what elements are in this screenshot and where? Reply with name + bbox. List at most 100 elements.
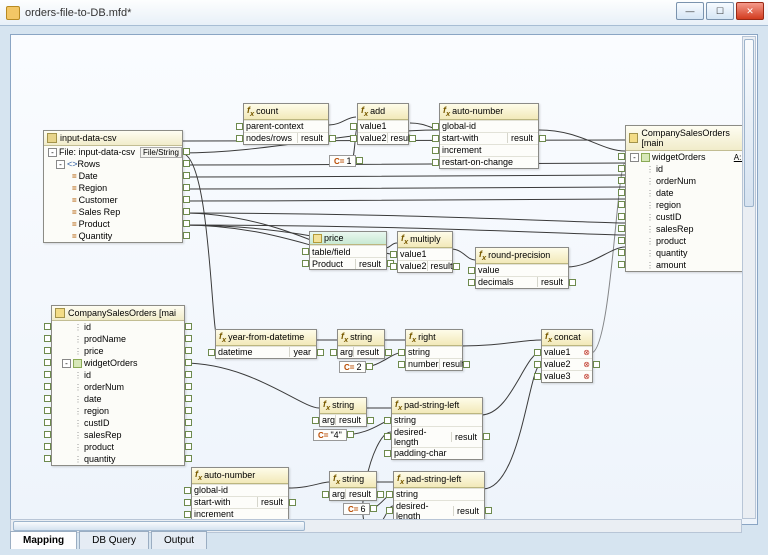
port-in[interactable] — [618, 153, 625, 160]
const-6[interactable]: C=6 — [343, 503, 370, 515]
port-in[interactable] — [44, 395, 51, 402]
port-out[interactable] — [183, 208, 190, 215]
port-in[interactable] — [618, 201, 625, 208]
port-in[interactable] — [390, 263, 397, 270]
port-out[interactable] — [183, 232, 190, 239]
port-in[interactable] — [534, 373, 541, 380]
fn-pad-string-left-1[interactable]: fxpad-string-left string desired-lengthr… — [391, 397, 483, 460]
port-in[interactable] — [390, 251, 397, 258]
port-in[interactable] — [618, 189, 625, 196]
port-in[interactable] — [330, 349, 337, 356]
scrollbar-thumb[interactable] — [13, 521, 305, 531]
port-in[interactable] — [312, 417, 319, 424]
port-out[interactable] — [569, 279, 576, 286]
port-out[interactable] — [485, 507, 492, 514]
port-out[interactable] — [185, 443, 192, 450]
fn-pad-string-left-2[interactable]: fxpad-string-left string desired-lengthr… — [393, 471, 485, 525]
fn-right[interactable]: fxright string numberresult — [405, 329, 463, 371]
scrollbar-thumb[interactable] — [744, 39, 754, 207]
port-out[interactable] — [409, 135, 416, 142]
port-in[interactable] — [236, 135, 243, 142]
port-in[interactable] — [350, 135, 357, 142]
port-out[interactable] — [377, 491, 384, 498]
port-in[interactable] — [618, 177, 625, 184]
input-csv-component[interactable]: input-data-csv -File: input-data-csvFile… — [43, 130, 183, 243]
port-out[interactable] — [185, 407, 192, 414]
port-in[interactable] — [618, 249, 625, 256]
port-in[interactable] — [432, 159, 439, 166]
port-out[interactable] — [185, 455, 192, 462]
port-out[interactable] — [370, 505, 377, 512]
port-in[interactable] — [618, 165, 625, 172]
port-out[interactable] — [539, 135, 546, 142]
port-in[interactable] — [322, 491, 329, 498]
port-in[interactable] — [184, 499, 191, 506]
port-out[interactable] — [183, 220, 190, 227]
tab-db-query[interactable]: DB Query — [79, 531, 149, 549]
fn-string-3[interactable]: fxstring argresult — [329, 471, 377, 501]
port-in[interactable] — [386, 507, 393, 514]
expand-icon[interactable]: - — [62, 359, 71, 368]
port-out[interactable] — [593, 361, 600, 368]
port-in[interactable] — [44, 455, 51, 462]
port-out[interactable] — [185, 359, 192, 366]
port-in[interactable] — [44, 443, 51, 450]
port-out[interactable] — [185, 419, 192, 426]
port-in[interactable] — [432, 147, 439, 154]
port-in[interactable] — [618, 261, 625, 268]
port-in[interactable] — [398, 349, 405, 356]
tab-output[interactable]: Output — [151, 531, 207, 549]
port-out[interactable] — [183, 172, 190, 179]
const-1[interactable]: C=1 — [329, 155, 356, 167]
port-in[interactable] — [44, 347, 51, 354]
port-in[interactable] — [44, 383, 51, 390]
port-in[interactable] — [302, 260, 309, 267]
port-in[interactable] — [44, 359, 51, 366]
fn-auto-number-1[interactable]: fxauto-number global-id start-withresult… — [439, 103, 539, 169]
fn-auto-number-2[interactable]: fxauto-number global-id start-withresult… — [191, 467, 289, 525]
port-out[interactable] — [453, 263, 460, 270]
port-out[interactable] — [385, 349, 392, 356]
port-in[interactable] — [534, 349, 541, 356]
close-button[interactable]: ✕ — [736, 2, 764, 20]
port-in[interactable] — [468, 279, 475, 286]
file-string-button[interactable]: File/String — [140, 147, 182, 158]
port-in[interactable] — [384, 433, 391, 440]
port-out[interactable] — [185, 395, 192, 402]
fn-add[interactable]: fxadd value1 value2result — [357, 103, 409, 145]
maximize-button[interactable]: ☐ — [706, 2, 734, 20]
port-in[interactable] — [236, 123, 243, 130]
minimize-button[interactable]: — — [676, 2, 704, 20]
port-out[interactable] — [329, 135, 336, 142]
const-4[interactable]: C="4" — [313, 429, 347, 441]
expand-icon[interactable]: - — [48, 148, 57, 157]
port-out[interactable] — [185, 431, 192, 438]
port-out[interactable] — [185, 383, 192, 390]
fn-string-2[interactable]: fxstring argresult — [319, 397, 367, 427]
port-in[interactable] — [184, 487, 191, 494]
port-in[interactable] — [44, 335, 51, 342]
fn-string-1[interactable]: fxstring argresult — [337, 329, 385, 359]
port-in[interactable] — [44, 371, 51, 378]
port-out[interactable] — [185, 371, 192, 378]
port-out[interactable] — [347, 431, 354, 438]
port-in[interactable] — [534, 361, 541, 368]
port-out[interactable] — [289, 499, 296, 506]
port-in[interactable] — [302, 248, 309, 255]
fn-concat[interactable]: fxconcat value1⊗ value2⊗ value3⊗ — [541, 329, 593, 383]
port-out[interactable] — [463, 361, 470, 368]
port-in[interactable] — [618, 213, 625, 220]
port-out[interactable] — [183, 196, 190, 203]
source-db-component[interactable]: CompanySalesOrders [mai ⋮id⋮prodName⋮pri… — [51, 305, 185, 466]
port-out[interactable] — [366, 363, 373, 370]
port-in[interactable] — [618, 237, 625, 244]
port-out[interactable] — [185, 323, 192, 330]
port-out[interactable] — [317, 349, 324, 356]
vertical-scrollbar[interactable] — [742, 36, 756, 519]
port-in[interactable] — [44, 323, 51, 330]
port-out[interactable] — [367, 417, 374, 424]
port-out[interactable] — [185, 347, 192, 354]
port-in[interactable] — [208, 349, 215, 356]
port-out[interactable] — [183, 160, 190, 167]
port-out[interactable] — [183, 184, 190, 191]
